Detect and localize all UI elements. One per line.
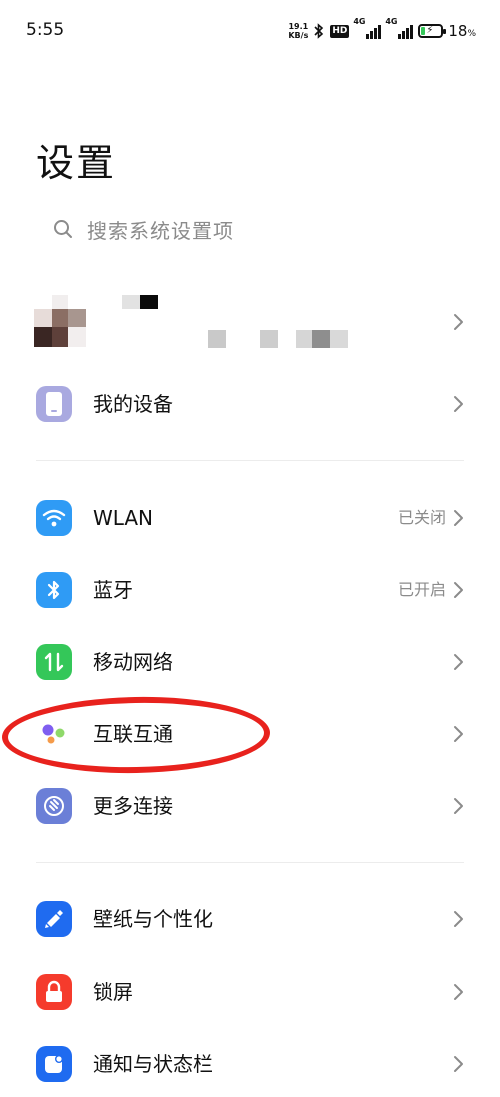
chevron-right-icon — [454, 1056, 463, 1072]
row-label: WLAN — [93, 506, 154, 530]
battery-percent: 18% — [448, 22, 476, 40]
chevron-right-icon — [454, 798, 463, 814]
phone-device-icon — [36, 386, 72, 422]
search-bar[interactable]: 搜索系统设置项 — [36, 205, 464, 253]
avatar — [34, 295, 86, 347]
signal-sim2-icon: 4G — [385, 17, 414, 39]
link-icon — [36, 788, 72, 824]
row-my-device[interactable]: 我的设备 — [0, 368, 500, 440]
chevron-right-icon — [454, 582, 463, 598]
chevron-right-icon — [454, 726, 463, 742]
search-placeholder: 搜索系统设置项 — [87, 218, 234, 243]
chevron-right-icon — [454, 510, 463, 526]
row-label: 锁屏 — [93, 980, 133, 1004]
row-label: 我的设备 — [93, 392, 173, 416]
chevron-right-icon — [454, 314, 463, 330]
wifi-icon — [36, 500, 72, 536]
row-notification[interactable]: 通知与状态栏 — [0, 1028, 500, 1097]
search-icon — [54, 220, 72, 238]
chevron-right-icon — [454, 911, 463, 927]
row-bluetooth[interactable]: 蓝牙 已开启 — [0, 554, 500, 626]
hd-badge: HD — [330, 24, 350, 38]
status-time: 5:55 — [26, 20, 65, 40]
chevron-right-icon — [454, 396, 463, 412]
chevron-right-icon — [454, 984, 463, 1000]
status-icons: 19.1 KB/s HD 4G 4G ⚡ 18% — [288, 17, 476, 44]
account-name-obscured — [122, 295, 158, 309]
status-bar: 5:55 19.1 KB/s HD 4G 4G ⚡ 18% — [0, 0, 500, 62]
row-wallpaper[interactable]: 壁纸与个性化 — [0, 883, 500, 955]
row-label: 移动网络 — [93, 650, 173, 674]
wlan-status: 已关闭 — [397, 508, 446, 527]
mobile-data-icon — [36, 644, 72, 680]
row-lock-screen[interactable]: 锁屏 — [0, 956, 500, 1028]
page-title: 设置 — [36, 141, 117, 185]
account-detail-obscured — [208, 330, 348, 348]
battery-icon: ⚡ — [418, 24, 447, 38]
account-row[interactable] — [0, 282, 500, 362]
divider — [36, 862, 464, 863]
row-label: 壁纸与个性化 — [93, 907, 213, 931]
row-wlan[interactable]: WLAN 已关闭 — [0, 482, 500, 554]
notification-icon — [36, 1046, 72, 1082]
signal-sim1-icon: 4G — [353, 17, 382, 39]
divider — [36, 460, 464, 461]
brush-icon — [36, 901, 72, 937]
network-speed: 19.1 KB/s — [288, 22, 309, 40]
row-label: 蓝牙 — [93, 578, 133, 602]
row-mobile-network[interactable]: 移动网络 — [0, 626, 500, 698]
row-label: 通知与状态栏 — [93, 1052, 213, 1076]
row-more-connections[interactable]: 更多连接 — [0, 770, 500, 842]
bluetooth-status: 已开启 — [397, 580, 446, 599]
bluetooth-status-icon — [314, 23, 324, 39]
bluetooth-icon — [36, 572, 72, 608]
lock-icon — [36, 974, 72, 1010]
chevron-right-icon — [454, 654, 463, 670]
row-label: 更多连接 — [93, 794, 173, 818]
